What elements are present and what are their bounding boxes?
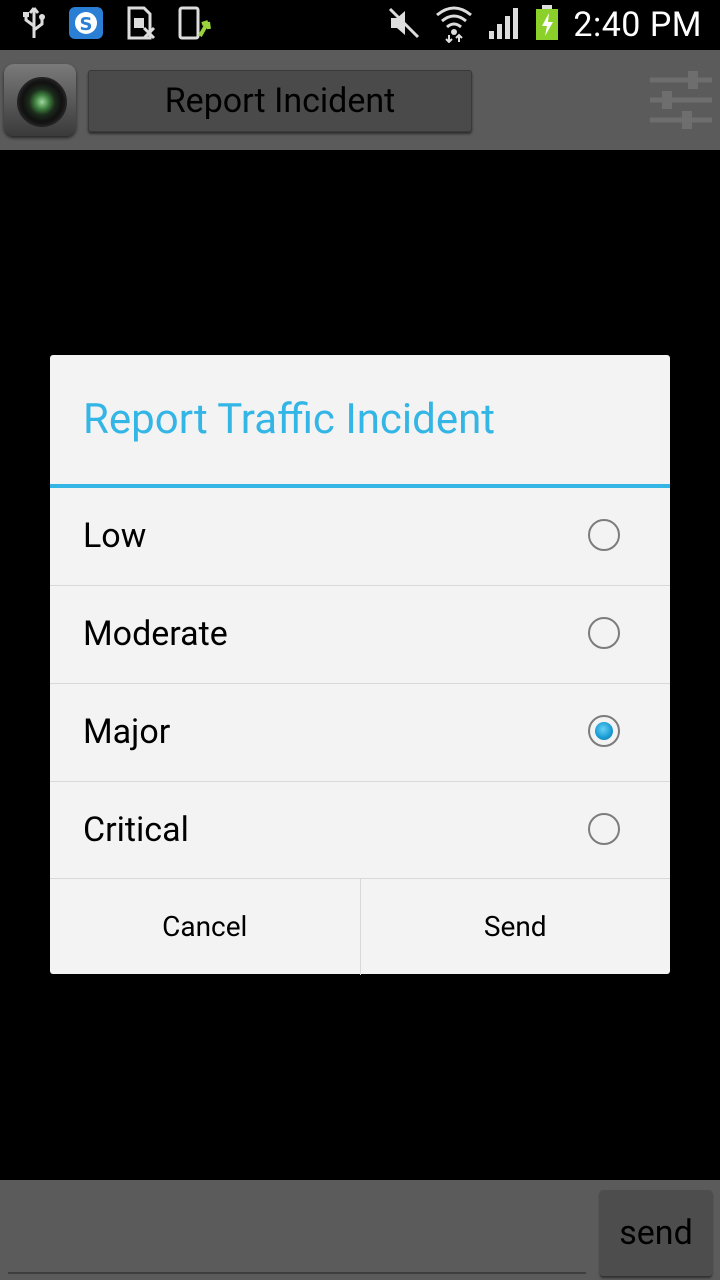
send-dialog-button[interactable]: Send <box>359 879 671 975</box>
system-icons: 2:40 PM <box>387 0 702 50</box>
sim-icon <box>126 6 156 44</box>
option-low[interactable]: Low <box>50 488 670 586</box>
report-incident-button[interactable]: Report Incident <box>88 70 472 132</box>
radio-button-low[interactable] <box>588 519 620 551</box>
radio-button-critical[interactable] <box>588 813 620 845</box>
status-bar: S 2:40 PM <box>0 0 720 50</box>
option-label: Major <box>83 712 171 752</box>
bottom-bar: send <box>0 1180 720 1280</box>
usb-icon <box>22 6 46 44</box>
battery-charging-icon <box>535 5 559 45</box>
status-time: 2:40 PM <box>573 5 702 45</box>
sliders-icon[interactable] <box>648 68 714 132</box>
option-moderate[interactable]: Moderate <box>50 586 670 684</box>
wifi-icon <box>435 3 473 47</box>
radio-button-moderate[interactable] <box>588 617 620 649</box>
message-input[interactable] <box>8 1194 586 1274</box>
option-critical[interactable]: Critical <box>50 782 670 879</box>
camera-icon <box>17 77 67 127</box>
send-button[interactable]: send <box>600 1190 712 1276</box>
option-major[interactable]: Major <box>50 684 670 782</box>
mute-icon <box>387 6 421 44</box>
option-label: Low <box>83 516 147 556</box>
signal-icon <box>487 7 521 43</box>
dialog-buttons: Cancel Send <box>50 878 670 975</box>
svg-text:S: S <box>80 14 93 35</box>
action-bar: Report Incident <box>0 50 720 150</box>
cancel-button[interactable]: Cancel <box>50 879 360 975</box>
option-label: Moderate <box>83 614 228 654</box>
radio-button-major[interactable] <box>588 715 620 747</box>
option-label: Critical <box>83 810 189 850</box>
dialog-title: Report Traffic Incident <box>83 395 496 444</box>
report-traffic-incident-dialog: Report Traffic Incident Low Moderate Maj… <box>50 355 670 975</box>
camera-button[interactable] <box>4 64 76 136</box>
notification-icons: S <box>22 6 212 44</box>
skype-icon: S <box>68 6 104 44</box>
phone-transfer-icon <box>178 6 212 44</box>
